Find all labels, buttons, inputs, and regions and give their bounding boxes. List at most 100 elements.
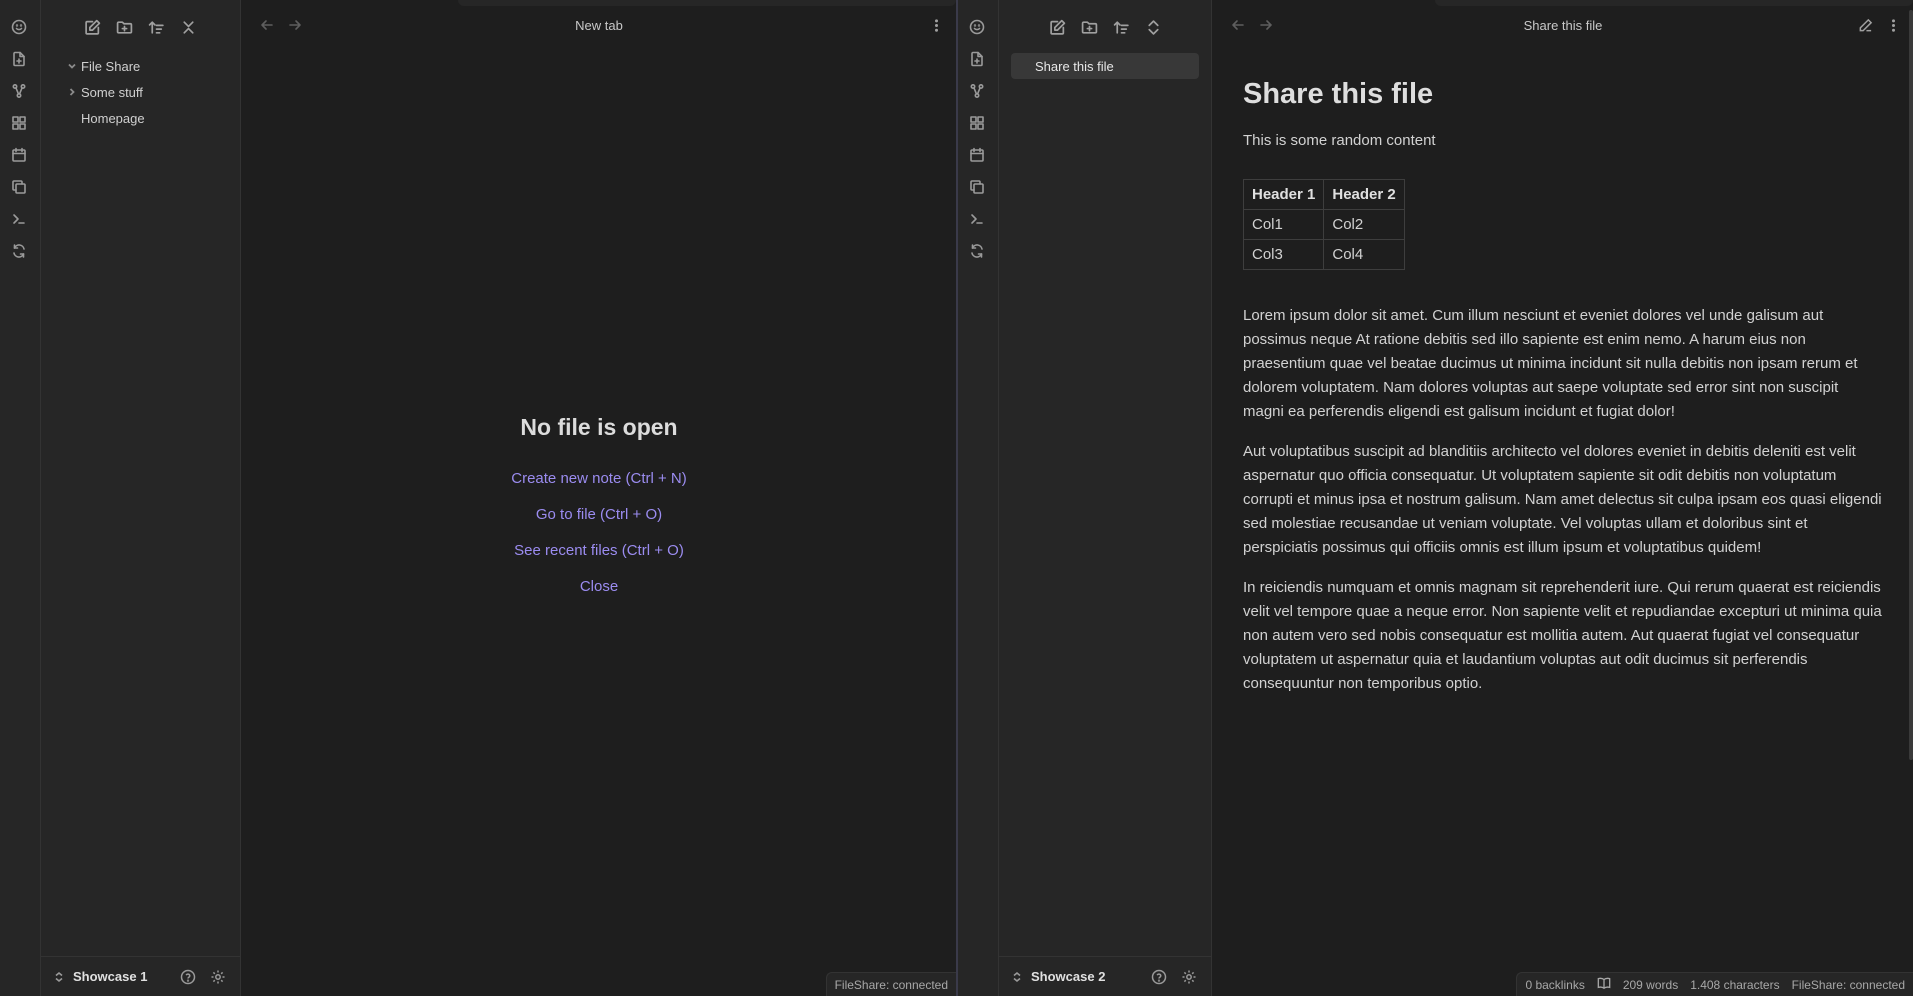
close-link[interactable]: Close — [242, 569, 956, 605]
settings-icon[interactable] — [1179, 967, 1199, 987]
grid-icon[interactable] — [967, 113, 987, 133]
terminal-icon[interactable] — [967, 209, 987, 229]
table-cell: Col2 — [1323, 209, 1405, 240]
recent-files-link[interactable]: See recent files (Ctrl + O) — [242, 533, 956, 569]
vault-switcher[interactable]: Showcase 2 — [1011, 969, 1105, 984]
status-bar: 0 backlinks 209 words 1.408 characters F… — [1516, 972, 1913, 996]
back-arrow-icon[interactable] — [1229, 16, 1247, 34]
vault-name: Showcase 2 — [1031, 969, 1106, 984]
expand-all-button[interactable] — [1142, 16, 1164, 38]
edit-icon — [85, 19, 101, 35]
status-bar: FileShare: connected — [825, 972, 956, 996]
ribbon — [0, 0, 41, 996]
ribbon — [958, 0, 999, 996]
main-view-pane: Share this file Share this file This is … — [1213, 0, 1913, 996]
sync-icon[interactable] — [9, 241, 29, 261]
back-arrow-icon[interactable] — [258, 16, 276, 34]
tree-file-homepage[interactable]: Homepage — [47, 105, 234, 131]
table-row: Col3 Col4 — [1242, 239, 1405, 270]
table-row: Col1 Col2 — [1242, 209, 1405, 240]
calendar-icon[interactable] — [967, 145, 987, 165]
table-cell: Col3 — [1242, 239, 1325, 270]
explorer-toolbar — [41, 16, 240, 40]
vault-name: Showcase 1 — [73, 969, 148, 984]
more-options-icon[interactable] — [1883, 15, 1903, 35]
grid-icon[interactable] — [9, 113, 29, 133]
vault-footer: Showcase 1 — [41, 956, 240, 996]
new-folder-button[interactable] — [114, 16, 136, 38]
graph-icon[interactable] — [9, 81, 29, 101]
view-header: New tab — [242, 8, 956, 42]
table-header-cell: Header 2 — [1323, 179, 1405, 210]
view-header: Share this file — [1213, 8, 1913, 42]
chevrons-up-down-icon — [1013, 971, 1021, 982]
help-icon[interactable] — [178, 967, 198, 987]
tree-folder-file-share[interactable]: File Share — [47, 53, 234, 79]
fileshare-status[interactable]: FileShare: connected — [835, 978, 948, 992]
sort-icon — [148, 20, 164, 34]
sync-icon[interactable] — [967, 241, 987, 261]
vault-window-1: File Share Some stuff Homepage Showcase … — [0, 0, 956, 996]
copy-icon[interactable] — [967, 177, 987, 197]
new-note-button[interactable] — [1046, 16, 1068, 38]
collapse-icon — [183, 20, 194, 34]
character-count: 1.408 characters — [1690, 977, 1780, 992]
note-paragraph: Aut voluptatibus suscipit ad blanditiis … — [1243, 443, 1882, 556]
tab-bar — [1435, 0, 1913, 6]
tree-file-share-this-file[interactable]: Share this file — [1011, 53, 1199, 79]
empty-state: No file is open Create new note (Ctrl + … — [242, 414, 956, 605]
vault-window-2: Share this file Showcase 2 Share this fi… — [958, 0, 1913, 996]
chevrons-up-down-icon — [55, 971, 63, 982]
tree-item-label: Homepage — [81, 110, 145, 126]
reading-mode-icon[interactable] — [1597, 976, 1611, 993]
vault-switcher[interactable]: Showcase 1 — [53, 969, 147, 984]
note-title: Share this file — [1243, 78, 1434, 110]
tab-bar — [458, 0, 956, 6]
file-share-icon[interactable] — [9, 49, 29, 69]
folder-plus-icon — [116, 20, 133, 34]
empty-state-title: No file is open — [520, 414, 678, 440]
file-explorer-sidebar: File Share Some stuff Homepage Showcase … — [41, 0, 241, 996]
word-count: 209 words — [1622, 977, 1679, 992]
table-header-cell: Header 1 — [1242, 179, 1325, 210]
backlinks-count[interactable]: 0 backlinks — [1525, 978, 1584, 992]
file-share-icon[interactable] — [967, 49, 987, 69]
note-intro: This is some random content — [1243, 132, 1436, 149]
table-cell: Col4 — [1323, 239, 1405, 270]
copy-icon[interactable] — [9, 177, 29, 197]
chevron-right-icon — [65, 87, 79, 97]
tree-folder-some-stuff[interactable]: Some stuff — [47, 79, 234, 105]
note-paragraph: Lorem ipsum dolor sit amet. Cum illum ne… — [1243, 307, 1858, 420]
note-table: Header 1 Header 2 Col1 Col2 Col3 Col4 — [1242, 179, 1405, 270]
sort-button[interactable] — [1110, 16, 1132, 38]
graph-icon[interactable] — [967, 81, 987, 101]
smile-icon[interactable] — [967, 17, 987, 37]
chevron-down-icon — [65, 61, 79, 71]
smile-icon[interactable] — [9, 17, 29, 37]
forward-arrow-icon[interactable] — [286, 16, 304, 34]
forward-arrow-icon[interactable] — [1257, 16, 1275, 34]
pencil-icon[interactable] — [1855, 15, 1875, 35]
create-new-note-link[interactable]: Create new note (Ctrl + N) — [242, 461, 956, 497]
new-note-button[interactable] — [82, 16, 104, 38]
sort-button[interactable] — [146, 16, 168, 38]
fileshare-status[interactable]: FileShare: connected — [1792, 978, 1905, 992]
calendar-icon[interactable] — [9, 145, 29, 165]
go-to-file-link[interactable]: Go to file (Ctrl + O) — [242, 497, 956, 533]
scrollbar[interactable] — [1909, 10, 1913, 760]
new-folder-button[interactable] — [1078, 16, 1100, 38]
tree-item-label: Share this file — [1035, 58, 1114, 74]
expand-icon — [1147, 19, 1159, 35]
vault-footer: Showcase 2 — [999, 956, 1211, 996]
table-cell: Col1 — [1242, 209, 1325, 240]
collapse-all-button[interactable] — [178, 16, 200, 38]
more-options-icon[interactable] — [926, 15, 946, 35]
edit-icon — [1049, 19, 1065, 35]
view-title: New tab — [575, 17, 623, 33]
main-view-pane: New tab No file is open Create new note … — [242, 0, 956, 996]
view-title: Share this file — [1523, 17, 1603, 33]
tree-item-label: File Share — [81, 58, 141, 74]
settings-icon[interactable] — [208, 967, 228, 987]
terminal-icon[interactable] — [9, 209, 29, 229]
help-icon[interactable] — [1149, 967, 1169, 987]
